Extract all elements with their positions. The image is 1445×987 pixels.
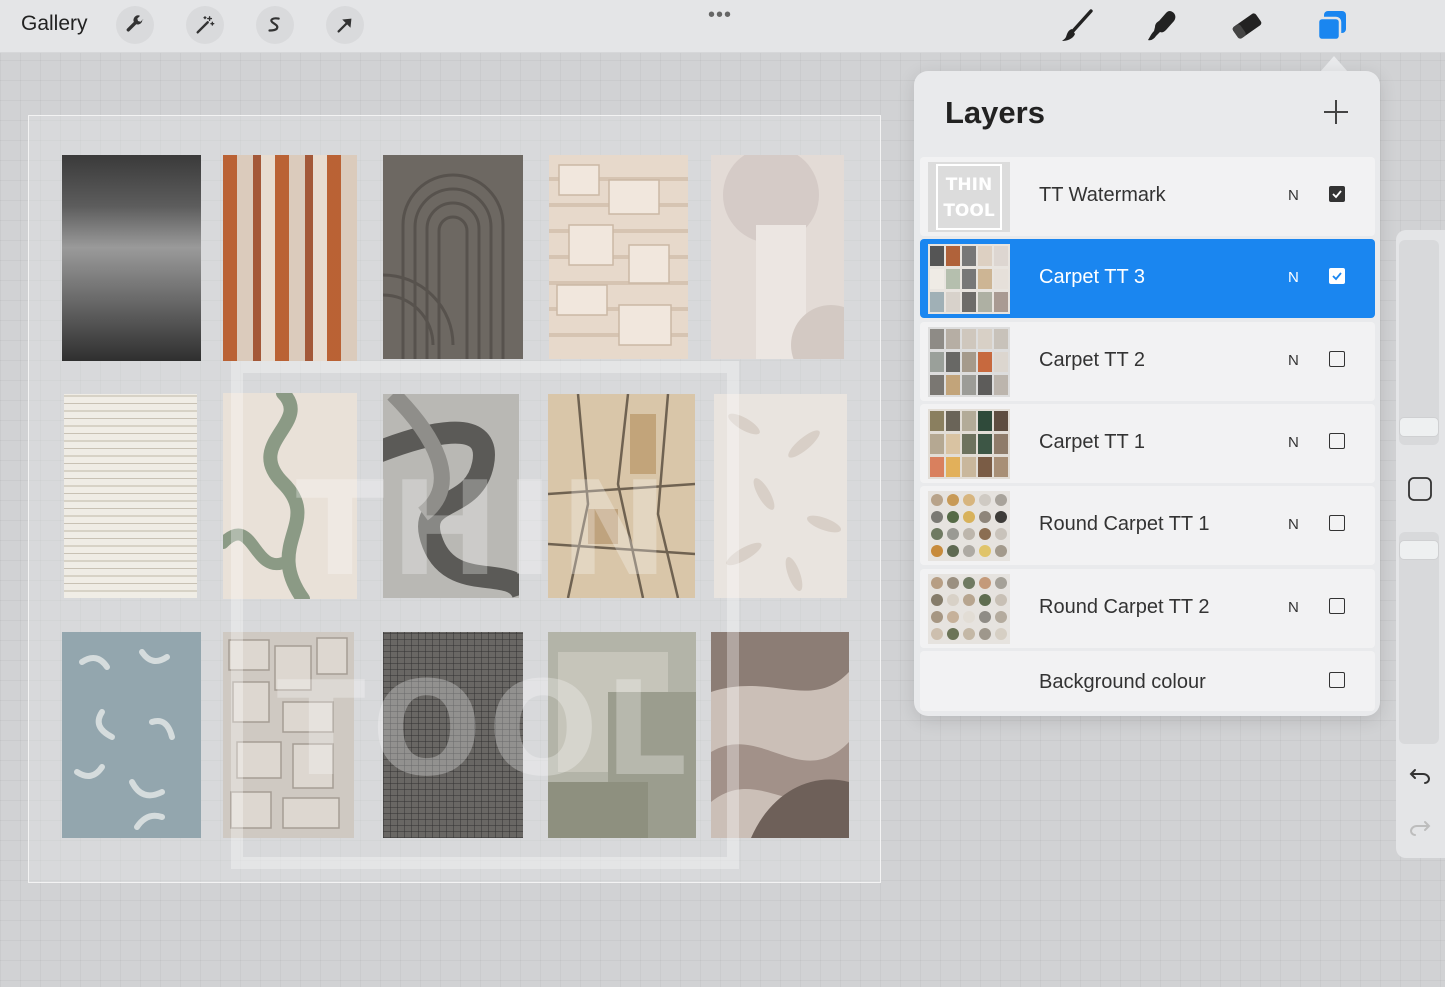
thumb-text-line1: THIN — [945, 175, 993, 195]
opacity-slider[interactable] — [1399, 532, 1439, 744]
redo-icon[interactable] — [1407, 814, 1433, 840]
plus-icon[interactable] — [1321, 97, 1351, 127]
layer-row-background-colour[interactable]: Background colour — [920, 651, 1375, 711]
layers-icon[interactable] — [1312, 6, 1352, 46]
layers-panel-title: Layers — [945, 95, 1045, 130]
eraser-icon[interactable] — [1227, 6, 1267, 46]
brush-size-handle[interactable] — [1399, 417, 1439, 437]
layer-name: TT Watermark — [1039, 184, 1166, 206]
layer-thumbnail — [928, 574, 1010, 644]
charcoal-crosshatch-rug-tile — [383, 632, 523, 838]
tan-mosaic-rug-tile — [548, 394, 695, 598]
visibility-checkbox[interactable] — [1329, 268, 1345, 284]
layer-row-carpet-tt-3[interactable]: Carpet TT 3 N — [920, 239, 1375, 318]
mauve-curve-rug-tile — [711, 632, 849, 838]
undo-icon[interactable] — [1407, 762, 1433, 788]
layer-row-carpet-tt-1[interactable]: Carpet TT 1 N — [920, 404, 1375, 483]
layer-row-tt-watermark[interactable]: THIN TOOL TT Watermark N — [920, 157, 1375, 236]
opacity-handle[interactable] — [1399, 540, 1439, 560]
layer-thumbnail — [928, 491, 1010, 561]
gallery-button[interactable]: Gallery — [21, 12, 88, 36]
charcoal-ombre-rug-tile — [62, 155, 201, 361]
brush-size-slider[interactable] — [1399, 240, 1439, 445]
rust-abstract-rug-tile — [223, 155, 357, 361]
visibility-checkbox[interactable] — [1329, 515, 1345, 531]
blend-mode-button[interactable]: N — [1288, 352, 1299, 369]
visibility-checkbox[interactable] — [1329, 672, 1345, 688]
top-toolbar: Gallery ••• — [0, 0, 1445, 53]
wrench-icon[interactable] — [116, 6, 154, 44]
magic-wand-icon[interactable] — [186, 6, 224, 44]
layer-row-carpet-tt-2[interactable]: Carpet TT 2 N — [920, 322, 1375, 401]
sage-ribbon-rug-tile — [223, 393, 357, 599]
transform-arrow-icon[interactable] — [326, 6, 364, 44]
selection-icon[interactable] — [256, 6, 294, 44]
blend-mode-button[interactable]: N — [1288, 599, 1299, 616]
layer-name: Carpet TT 1 — [1039, 431, 1145, 453]
modify-button-icon[interactable] — [1407, 476, 1433, 502]
blue-brushstroke-rug-tile — [62, 632, 201, 838]
layer-name: Round Carpet TT 1 — [1039, 513, 1210, 535]
visibility-checkbox[interactable] — [1329, 433, 1345, 449]
cream-arch-rug-tile — [711, 155, 844, 359]
blend-mode-button[interactable]: N — [1288, 269, 1299, 286]
layer-thumbnail — [928, 244, 1010, 314]
blend-mode-button[interactable]: N — [1288, 187, 1299, 204]
visibility-checkbox[interactable] — [1329, 351, 1345, 367]
brush-icon[interactable] — [1057, 6, 1097, 46]
blend-mode-button[interactable]: N — [1288, 434, 1299, 451]
grey-arches-rug-tile — [383, 155, 523, 359]
layers-panel-pointer — [1320, 56, 1348, 72]
thumb-text-line2: TOOL — [943, 201, 995, 221]
drawing-canvas[interactable]: THIN TOOL — [28, 115, 881, 883]
cream-brushstroke-rug-tile — [714, 394, 847, 598]
layer-name: Carpet TT 2 — [1039, 349, 1145, 371]
white-textured-rug-tile — [64, 394, 197, 598]
side-sliders — [1396, 230, 1445, 858]
visibility-checkbox[interactable] — [1329, 186, 1345, 202]
layer-name: Background colour — [1039, 671, 1206, 693]
layer-row-round-carpet-tt-2[interactable]: Round Carpet TT 2 N — [920, 569, 1375, 648]
visibility-checkbox[interactable] — [1329, 598, 1345, 614]
smudge-icon[interactable] — [1142, 6, 1182, 46]
layer-thumbnail — [928, 409, 1010, 479]
more-options-icon[interactable]: ••• — [708, 4, 732, 27]
sage-geometric-rug-tile — [548, 632, 696, 838]
grey-patchwork-rug-tile — [223, 632, 354, 838]
grey-swirl-rug-tile — [383, 394, 519, 598]
layers-panel: Layers THIN TOOL TT Watermark N Carpet T… — [914, 71, 1380, 716]
beige-block-rug-tile — [549, 155, 688, 359]
blend-mode-button[interactable]: N — [1288, 516, 1299, 533]
layer-thumbnail — [928, 327, 1010, 397]
layer-name: Carpet TT 3 — [1039, 266, 1145, 288]
layer-row-round-carpet-tt-1[interactable]: Round Carpet TT 1 N — [920, 486, 1375, 565]
layer-name: Round Carpet TT 2 — [1039, 596, 1210, 618]
layer-thumbnail: THIN TOOL — [928, 162, 1010, 232]
